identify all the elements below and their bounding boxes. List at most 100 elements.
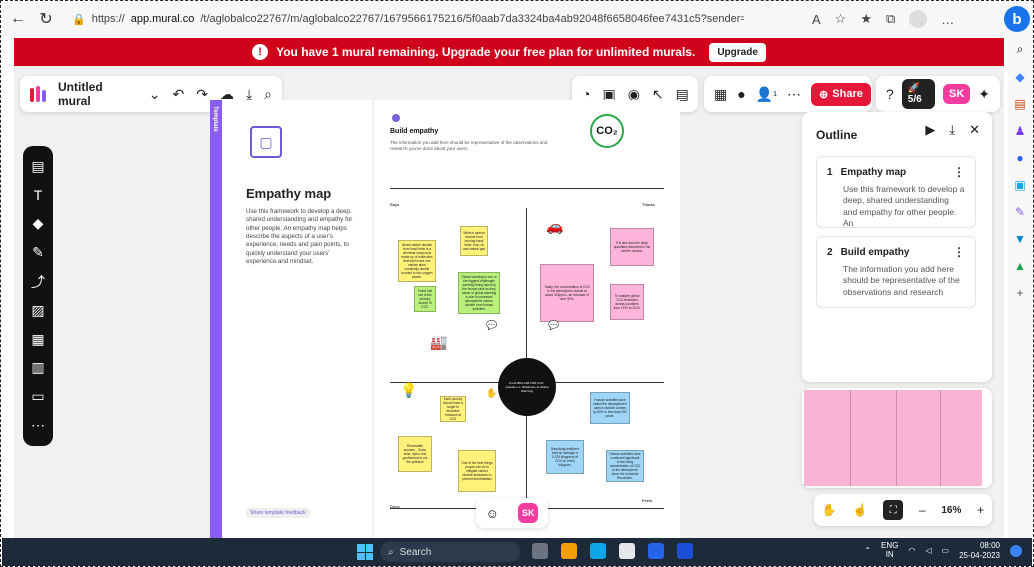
connector-icon[interactable]: ⤴ xyxy=(30,274,46,290)
search-icon: ⌕ xyxy=(388,546,394,558)
refresh-icon[interactable]: ↻ xyxy=(36,9,56,29)
sticky-note[interactable]: Human activities have continued signific… xyxy=(606,450,644,482)
more-icon[interactable]: … xyxy=(941,12,954,27)
profile-icon[interactable] xyxy=(909,10,928,28)
sticky-note[interactable]: About carbon dioxide from fossil fuels i… xyxy=(398,240,436,282)
sticky-note[interactable]: Human activities have raised the atmosph… xyxy=(590,392,630,424)
template-feedback-link[interactable]: Share template feedback xyxy=(246,508,310,518)
share-button[interactable]: ⊕ Share xyxy=(811,82,871,106)
template-intro-panel[interactable]: Template ▢ Empathy map Use this framewor… xyxy=(210,100,372,538)
sticky-note[interactable]: Each country should have a target to dec… xyxy=(440,396,466,422)
back-icon[interactable]: ← xyxy=(8,9,28,29)
favorites-icon[interactable]: ★ xyxy=(860,11,872,27)
bing-icon[interactable]: b xyxy=(1004,6,1030,32)
sticky-note[interactable]: Dissolving fertilizers emit an average o… xyxy=(546,440,584,474)
search-icon[interactable]: ⌕ xyxy=(1017,42,1024,57)
file-explorer-icon[interactable] xyxy=(561,543,577,559)
games-icon[interactable]: ♟ xyxy=(1015,124,1026,138)
clock[interactable]: 08:00 25-04-2023 xyxy=(959,541,1000,560)
close-icon[interactable]: ✕ xyxy=(969,122,980,138)
share-icon: ⊕ xyxy=(819,88,829,101)
banner-message: You have 1 mural remaining. Upgrade your… xyxy=(276,45,696,59)
outlook-icon[interactable]: ▣ xyxy=(1014,178,1025,192)
store-icon[interactable] xyxy=(619,543,635,559)
fit-icon[interactable]: ⛶ xyxy=(883,500,904,520)
outline-item[interactable]: 1 Empathy map Use this framework to devel… xyxy=(816,156,976,228)
add-icon[interactable]: + xyxy=(1016,286,1023,300)
sticky-note[interactable]: What is carbon dioxide from burning foss… xyxy=(460,226,488,256)
address-bar[interactable]: 🔒 https:// app.mural.co/t/aglobalco22767/… xyxy=(64,6,744,32)
taskbar-search[interactable]: ⌕ Search xyxy=(380,542,520,562)
emoji-icon[interactable]: ☺ xyxy=(486,506,499,521)
image-icon[interactable]: ▨ xyxy=(30,302,46,318)
more-options-icon[interactable]: ⋮ xyxy=(953,165,965,179)
sticky-note[interactable]: It is also found in large quantities dis… xyxy=(610,228,654,266)
text-icon[interactable]: T xyxy=(30,187,46,203)
table-icon[interactable]: ▭ xyxy=(30,388,46,405)
chevron-up-icon[interactable]: ⌃ xyxy=(864,546,871,555)
app-icon[interactable] xyxy=(648,543,664,559)
sticky-note[interactable]: To analyze global CO2 emissions across c… xyxy=(610,284,644,320)
designer-icon[interactable]: ✎ xyxy=(1015,205,1025,219)
templates-icon[interactable]: ▦ xyxy=(30,331,46,347)
sticky-note[interactable]: Renewable sources... Solar, wind, hydro … xyxy=(398,436,432,472)
frameworks-icon[interactable]: ▥ xyxy=(30,359,46,376)
shapes-icon[interactable]: ◆ xyxy=(30,215,46,232)
members-icon[interactable]: 👤 1 xyxy=(756,86,777,103)
collections-icon[interactable]: ⧉ xyxy=(886,11,895,27)
volume-icon[interactable]: ◁ xyxy=(925,546,931,555)
avatar[interactable]: SK xyxy=(518,503,539,523)
notifications-icon[interactable] xyxy=(1010,544,1022,557)
zoom-out-button[interactable]: – xyxy=(919,503,926,517)
tools-icon[interactable]: ▤ xyxy=(1014,97,1025,111)
sticky-note-icon[interactable]: ▤ xyxy=(30,158,46,174)
office-icon[interactable]: ● xyxy=(1016,151,1023,165)
undo-icon[interactable]: ↶ xyxy=(172,86,184,103)
mural-logo[interactable] xyxy=(30,86,46,102)
chat-icon[interactable]: ● xyxy=(737,86,745,102)
draw-icon[interactable]: ✎ xyxy=(30,244,46,261)
zoom-in-button[interactable]: + xyxy=(977,503,984,517)
outline-icon[interactable]: ▦ xyxy=(714,86,727,103)
onboarding-progress[interactable]: 🚀 5/6 xyxy=(901,79,935,109)
edge-icon[interactable] xyxy=(590,543,606,559)
minimap[interactable] xyxy=(802,388,992,488)
empathy-map-board[interactable]: Build empathy The information you add he… xyxy=(374,100,680,538)
redo-icon[interactable]: ↷ xyxy=(196,86,208,103)
mural-canvas[interactable]: Untitled mural ⌄ ↶ ↷ ☁ ⤓ ⌕ ◔ ▣ ◉ ↖ ▤ ▦ ●… xyxy=(14,66,1004,538)
upgrade-banner: ! You have 1 mural remaining. Upgrade yo… xyxy=(14,38,1004,66)
left-tools-toolbar: ▤ T ◆ ✎ ⤴ ▨ ▦ ▥ ▭ ⋯ xyxy=(23,146,53,446)
favorite-icon[interactable]: ☆ xyxy=(835,11,847,27)
more-options-icon[interactable]: ⋮ xyxy=(953,245,965,259)
chevron-down-icon[interactable]: ⌄ xyxy=(149,86,161,103)
drop-icon[interactable]: ▼ xyxy=(1014,232,1026,246)
sticky-note[interactable]: Fossil fuel use is the primary source of… xyxy=(414,286,436,312)
sticky-note[interactable]: Today, the concentration of CO2 in the a… xyxy=(540,264,594,322)
language-indicator[interactable]: ENG IN xyxy=(881,541,898,560)
task-view-icon[interactable] xyxy=(532,543,548,559)
upgrade-button[interactable]: Upgrade xyxy=(709,42,766,62)
present-icon[interactable]: ▶ xyxy=(925,122,935,138)
wifi-icon[interactable]: ◠ xyxy=(908,546,915,555)
sticky-note[interactable]: One of the best things people can do to … xyxy=(458,450,496,492)
help-icon[interactable]: ? xyxy=(886,86,894,102)
battery-icon[interactable]: ▭ xyxy=(942,546,950,555)
select-icon[interactable]: ☝ xyxy=(853,503,868,517)
sticky-note[interactable]: Global warming is one of the biggest cha… xyxy=(458,272,500,314)
mural-title[interactable]: Untitled mural xyxy=(58,80,137,108)
download-icon[interactable]: ⤓ xyxy=(949,122,955,138)
tree-icon[interactable]: ▲ xyxy=(1014,259,1026,273)
more-tools-icon[interactable]: ⋯ xyxy=(30,417,46,434)
sparkle-icon[interactable]: ✦ xyxy=(978,86,990,103)
shopping-icon[interactable]: ◆ xyxy=(1015,70,1024,84)
avatar[interactable]: SK xyxy=(942,84,971,104)
more-icon[interactable]: ⋯ xyxy=(787,86,801,103)
eco-bulb-icon: 💡 xyxy=(400,382,418,398)
zoom-level[interactable]: 16% xyxy=(941,505,961,516)
word-icon[interactable] xyxy=(677,543,693,559)
windows-start-icon[interactable] xyxy=(357,544,373,560)
pan-icon[interactable]: ✋ xyxy=(822,503,837,517)
reactions-bar: ☺ SK xyxy=(476,498,548,528)
read-aloud-icon[interactable]: A xyxy=(812,12,821,27)
outline-item[interactable]: 2 Build empathy The information you add h… xyxy=(816,236,976,308)
